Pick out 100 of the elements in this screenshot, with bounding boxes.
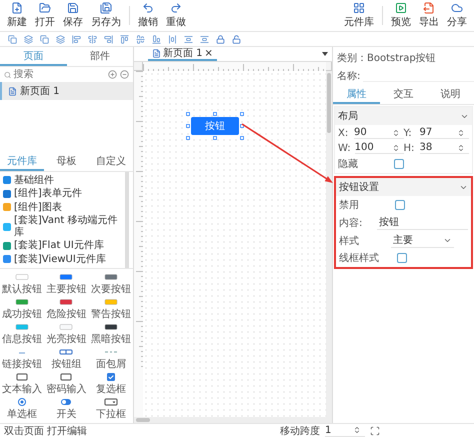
align-center-button[interactable] <box>88 34 97 44</box>
checkbox[interactable] <box>397 253 407 263</box>
align-left-button[interactable] <box>72 34 81 44</box>
remove-icon[interactable] <box>120 70 129 79</box>
inspector-tab[interactable]: 交互 <box>380 85 427 104</box>
folder-icon <box>39 2 51 14</box>
export-button[interactable]: 导出 <box>416 0 442 31</box>
field-label: 样式 <box>339 234 360 248</box>
spinner-icon[interactable] <box>392 128 400 136</box>
share-button[interactable]: 分享 <box>444 0 470 31</box>
section-header[interactable]: 按钮设置 <box>336 178 471 196</box>
align-middle-button[interactable] <box>136 34 145 44</box>
lock-button[interactable] <box>216 34 225 44</box>
export-icon <box>423 2 435 14</box>
library-tab[interactable]: 母板 <box>44 152 89 170</box>
distribute-vertical-button[interactable] <box>184 34 193 44</box>
layers-button[interactable] <box>24 34 33 44</box>
component-item[interactable]: 开关 <box>46 398 88 421</box>
field-label: H: <box>404 142 416 154</box>
component-item[interactable]: 链接按钮 <box>1 348 43 371</box>
component-item[interactable]: 警告按钮 <box>90 298 132 321</box>
button-icon <box>59 298 74 306</box>
library-item[interactable]: [套装]Flat UI元件库 <box>3 239 122 252</box>
inspector-tab[interactable]: 属性 <box>333 85 380 104</box>
library-item[interactable]: [组件]表单元件 <box>3 187 122 200</box>
copy-button[interactable] <box>40 34 49 44</box>
preview-button[interactable]: 预览 <box>388 0 414 31</box>
undo-button[interactable]: 撤销 <box>135 0 161 31</box>
save-button[interactable]: 保存 <box>60 0 86 31</box>
component-item[interactable]: 主要按钮 <box>46 273 88 296</box>
component-item[interactable]: 成功按钮 <box>1 298 43 321</box>
add-icon[interactable] <box>108 70 117 79</box>
search-icon <box>4 70 12 78</box>
library-item[interactable]: [套装]Vant 移动端元件库 <box>3 214 122 239</box>
align-top-button[interactable] <box>120 34 129 44</box>
button-icon <box>59 273 74 281</box>
library-button[interactable]: 元件库 <box>341 0 377 31</box>
component-item[interactable]: 文本输入 <box>1 373 43 396</box>
spinner-icon[interactable] <box>457 144 465 152</box>
component-item[interactable]: 信息按钮 <box>1 323 43 346</box>
page-item[interactable]: 新页面 1 <box>0 82 133 100</box>
distribute-button[interactable] <box>200 34 209 44</box>
unlock-button[interactable] <box>232 34 241 44</box>
library-tab[interactable]: 自定义 <box>88 152 133 170</box>
copy-button[interactable] <box>8 34 17 44</box>
panel-tab[interactable]: 页面 <box>0 47 66 66</box>
text-field[interactable]: 按钮 <box>377 215 468 230</box>
component-item[interactable]: 下拉框 <box>90 398 132 421</box>
open-button[interactable]: 打开 <box>32 0 58 31</box>
play-icon <box>395 2 407 14</box>
field-label: W: <box>338 142 351 154</box>
search-field[interactable]: 搜索 <box>13 69 105 80</box>
spinner-icon[interactable] <box>457 128 465 136</box>
number-field[interactable]: 38 <box>420 142 469 154</box>
library-item[interactable]: 基础组件 <box>3 174 122 187</box>
component-item[interactable]: 次要按钮 <box>90 273 132 296</box>
component-item[interactable]: 默认按钮 <box>1 273 43 296</box>
component-item[interactable]: 复选框 <box>90 373 132 396</box>
component-item[interactable]: 黑暗按钮 <box>90 323 132 346</box>
component-item[interactable]: 光亮按钮 <box>46 323 88 346</box>
checkbox[interactable] <box>394 159 404 169</box>
caret-icon[interactable] <box>322 52 328 56</box>
component-item[interactable]: 危险按钮 <box>46 298 88 321</box>
library-item[interactable]: [套装]ViewUI元件库 <box>3 252 122 266</box>
status-hint: 双击页面 打开编辑 <box>4 424 88 437</box>
distribute-horizontal-button[interactable] <box>168 34 177 44</box>
close-icon[interactable]: × <box>204 48 213 58</box>
library-tab[interactable]: 元件库 <box>0 152 44 170</box>
spinner-icon[interactable] <box>353 426 361 434</box>
category-text: 类别：Bootstrap按钮 <box>337 52 436 65</box>
library-item[interactable]: [组件]图表 <box>3 200 122 214</box>
spinner-icon[interactable] <box>392 144 400 152</box>
grid-icon <box>353 2 365 14</box>
field-label: Y: <box>404 128 413 138</box>
component-item[interactable]: 面包屑 <box>90 348 132 371</box>
style-select[interactable]: 主要 <box>391 233 454 248</box>
canvas-button[interactable]: 按钮 <box>191 117 239 135</box>
step-field[interactable]: 1 <box>325 424 365 436</box>
vertical-scrollbar[interactable] <box>326 71 332 417</box>
component-item[interactable]: 密码输入 <box>46 373 88 396</box>
component-item[interactable]: 按钮组 <box>46 348 88 371</box>
number-field[interactable]: 90 <box>354 127 404 139</box>
inspector-tab[interactable]: 说明 <box>427 85 474 104</box>
section-header[interactable]: 布局 <box>335 107 472 125</box>
number-field[interactable]: 97 <box>420 127 469 139</box>
component-item[interactable]: 单选框 <box>1 398 43 421</box>
new-button[interactable]: 新建 <box>4 0 30 31</box>
canvas-grid[interactable]: 按钮 <box>143 71 326 417</box>
saveas-button[interactable]: 另存为 <box>88 0 124 31</box>
fit-screen-icon[interactable] <box>370 426 380 436</box>
layers-button[interactable] <box>56 34 65 44</box>
align-right-button[interactable] <box>104 34 113 44</box>
panel-tab[interactable]: 部件 <box>66 47 133 66</box>
checkbox[interactable] <box>395 200 405 210</box>
redo-button[interactable]: 重做 <box>163 0 189 31</box>
number-field[interactable]: 100 <box>354 142 404 154</box>
button-icon <box>104 298 118 306</box>
horizontal-scrollbar[interactable] <box>134 417 332 423</box>
name-label: 名称: <box>337 70 360 83</box>
align-bottom-button[interactable] <box>152 34 161 44</box>
